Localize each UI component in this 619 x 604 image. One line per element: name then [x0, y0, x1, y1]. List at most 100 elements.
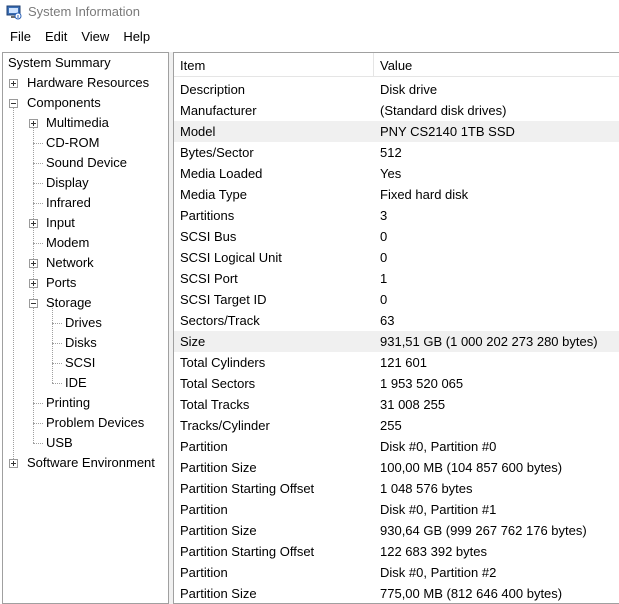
row-item-label: SCSI Bus — [180, 229, 237, 244]
row-value: Disk #0, Partition #1 — [380, 502, 497, 517]
tree-item-storage[interactable]: Storage — [46, 293, 92, 313]
column-header-row: Item Value — [174, 53, 619, 77]
tree-item-network[interactable]: Network — [46, 253, 94, 273]
tree-item-problem-devices[interactable]: Problem Devices — [46, 413, 144, 433]
tree-connector — [33, 443, 43, 444]
row-item-label: SCSI Target ID — [180, 292, 267, 307]
tree-item-disks[interactable]: Disks — [65, 333, 97, 353]
tree-connector — [52, 383, 62, 384]
column-header-item[interactable]: Item — [180, 58, 205, 73]
tree-connector — [13, 103, 14, 463]
expand-icon[interactable] — [29, 279, 38, 288]
table-row[interactable]: SCSI Target ID 0 — [174, 289, 619, 310]
tree-item-system-summary[interactable]: System Summary — [8, 53, 111, 73]
menu-file[interactable]: File — [4, 29, 37, 44]
expand-icon[interactable] — [29, 219, 38, 228]
table-row[interactable]: Partition Disk #0, Partition #1 — [174, 499, 619, 520]
table-row[interactable]: Manufacturer (Standard disk drives) — [174, 100, 619, 121]
tree-item-modem[interactable]: Modem — [46, 233, 89, 253]
menu-edit[interactable]: Edit — [39, 29, 73, 44]
expand-icon[interactable] — [29, 119, 38, 128]
row-value: 1 — [380, 271, 388, 286]
table-row[interactable]: Total Cylinders 121 601 — [174, 352, 619, 373]
table-row[interactable]: Total Tracks 31 008 255 — [174, 394, 619, 415]
collapse-icon[interactable] — [9, 99, 18, 108]
details-list[interactable]: Item Value Description Disk drive Manufact… — [173, 52, 619, 604]
table-row[interactable]: Partition Disk #0, Partition #2 — [174, 562, 619, 583]
tree-item-display[interactable]: Display — [46, 173, 89, 193]
row-value: 31 008 255 — [380, 397, 446, 412]
tree-item-cd-rom[interactable]: CD-ROM — [46, 133, 99, 153]
tree-item-scsi[interactable]: SCSI — [65, 353, 95, 373]
column-header-value[interactable]: Value — [380, 58, 412, 73]
row-item-label: Partition Size — [180, 523, 257, 538]
row-item-label: Size — [180, 334, 206, 349]
table-row[interactable]: SCSI Logical Unit 0 — [174, 247, 619, 268]
expand-icon[interactable] — [9, 79, 18, 88]
row-value: 0 — [380, 229, 388, 244]
expand-icon[interactable] — [9, 459, 18, 468]
table-row[interactable]: SCSI Port 1 — [174, 268, 619, 289]
row-value: 1 953 520 065 — [380, 376, 464, 391]
tree-item-software-environment[interactable]: Software Environment — [27, 453, 155, 473]
row-item-label: Partition Starting Offset — [180, 544, 315, 559]
table-row[interactable]: Partition Starting Offset 1 048 576 bytes — [174, 478, 619, 499]
row-item-label: Partitions — [180, 208, 235, 223]
row-value: 930,64 GB (999 267 762 176 bytes) — [380, 523, 587, 538]
row-value: 63 — [380, 313, 395, 328]
tree-item-usb[interactable]: USB — [46, 433, 73, 453]
row-item-label: Partition Size — [180, 460, 257, 475]
table-row[interactable]: Media Loaded Yes — [174, 163, 619, 184]
menu-view[interactable]: View — [75, 29, 115, 44]
table-row[interactable]: Sectors/Track 63 — [174, 310, 619, 331]
tree-item-components[interactable]: Components — [27, 93, 101, 113]
table-row[interactable]: Partition Size 100,00 MB (104 857 600 byt… — [174, 457, 619, 478]
menu-help[interactable]: Help — [117, 29, 156, 44]
table-row[interactable]: Tracks/Cylinder 255 — [174, 415, 619, 436]
table-row[interactable]: Partition Disk #0, Partition #0 — [174, 436, 619, 457]
window-title: System Information — [28, 4, 140, 19]
row-value: 1 048 576 bytes — [380, 481, 473, 496]
title-bar: System Information — [0, 0, 619, 24]
table-row[interactable]: Media Type Fixed hard disk — [174, 184, 619, 205]
tree-item-input[interactable]: Input — [46, 213, 75, 233]
table-row[interactable]: Total Sectors 1 953 520 065 — [174, 373, 619, 394]
table-row[interactable]: Partition Starting Offset 122 683 392 byt… — [174, 541, 619, 562]
row-item-label: Description — [180, 82, 246, 97]
row-item-label: Partition — [180, 439, 228, 454]
table-row[interactable]: Partition Size 775,00 MB (812 646 400 byt… — [174, 583, 619, 603]
table-row[interactable]: SCSI Bus 0 — [174, 226, 619, 247]
row-value: 3 — [380, 208, 388, 223]
row-item-label: Total Cylinders — [180, 355, 266, 370]
tree-item-sound-device[interactable]: Sound Device — [46, 153, 127, 173]
tree-item-infrared[interactable]: Infrared — [46, 193, 91, 213]
collapse-icon[interactable] — [29, 299, 38, 308]
row-value: 0 — [380, 250, 388, 265]
category-tree[interactable]: System Summary Hardware Resources Compon… — [2, 52, 169, 604]
table-row[interactable]: Partition Size 930,64 GB (999 267 762 176… — [174, 520, 619, 541]
table-row[interactable]: Partitions 3 — [174, 205, 619, 226]
row-item-label: Media Type — [180, 187, 247, 202]
expand-icon[interactable] — [29, 259, 38, 268]
row-value: 931,51 GB (1 000 202 273 280 bytes) — [380, 334, 598, 349]
tree-item-ports[interactable]: Ports — [46, 273, 76, 293]
table-row[interactable]: Model PNY CS2140 1TB SSD — [174, 121, 619, 142]
row-value: Disk #0, Partition #2 — [380, 565, 497, 580]
row-item-label: Manufacturer — [180, 103, 257, 118]
row-value: 512 — [380, 145, 402, 160]
table-row[interactable]: Size 931,51 GB (1 000 202 273 280 bytes) — [174, 331, 619, 352]
tree-connector — [33, 143, 43, 144]
tree-item-printing[interactable]: Printing — [46, 393, 90, 413]
row-item-label: SCSI Port — [180, 271, 238, 286]
table-row[interactable]: Description Disk drive — [174, 79, 619, 100]
row-value: Disk #0, Partition #0 — [380, 439, 497, 454]
tree-item-drives[interactable]: Drives — [65, 313, 102, 333]
column-divider[interactable] — [373, 53, 374, 77]
tree-item-ide[interactable]: IDE — [65, 373, 87, 393]
row-value: 0 — [380, 292, 388, 307]
tree-item-multimedia[interactable]: Multimedia — [46, 113, 109, 133]
table-row[interactable]: Bytes/Sector 512 — [174, 142, 619, 163]
row-item-label: Tracks/Cylinder — [180, 418, 270, 433]
tree-item-hardware-resources[interactable]: Hardware Resources — [27, 73, 149, 93]
row-value: 122 683 392 bytes — [380, 544, 487, 559]
